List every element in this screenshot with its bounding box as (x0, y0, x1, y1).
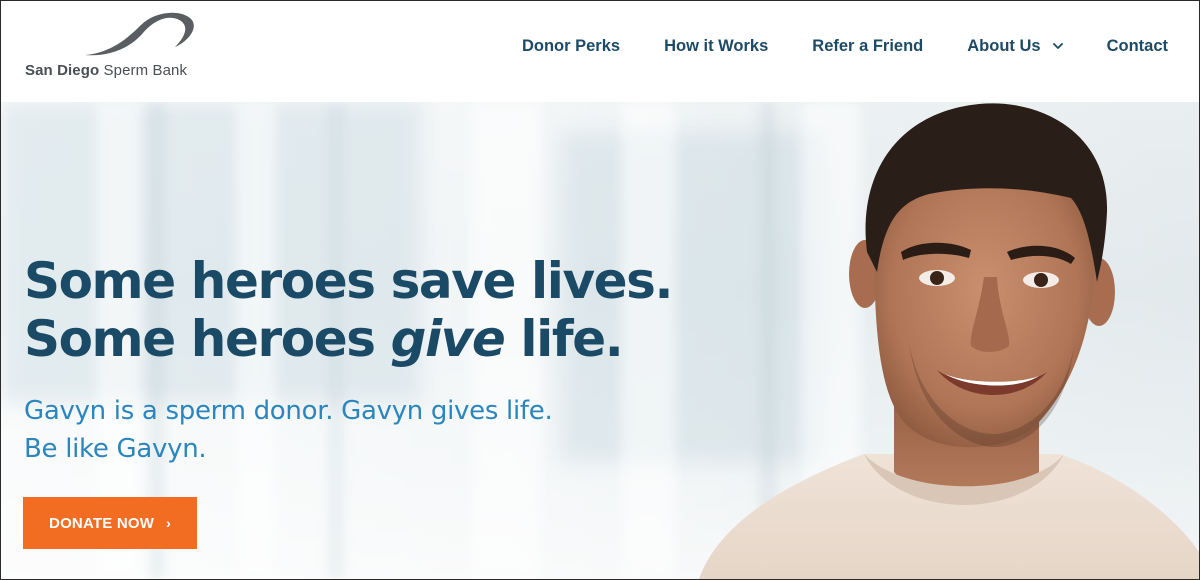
logo-text: San Diego Sperm Bank (25, 62, 187, 79)
nav-item-label: Donor Perks (521, 36, 621, 55)
page-frame: San Diego Sperm Bank Donor Perks How it … (0, 0, 1200, 580)
chevron-right-icon: › (166, 515, 171, 531)
hero-photo-man (699, 103, 1199, 579)
hero-headline: Some heroes save lives. Some heroes give… (24, 252, 674, 368)
chevron-down-icon (1052, 42, 1063, 50)
donate-now-label: DONATE NOW (49, 514, 155, 532)
nav-item-label: How it Works (664, 36, 769, 55)
nav-item-label: Refer a Friend (812, 36, 924, 55)
donate-now-button[interactable]: DONATE NOW › (23, 497, 197, 549)
logo-swoosh-icon (85, 12, 194, 56)
nav-item-refer-a-friend[interactable]: Refer a Friend (812, 37, 923, 56)
logo-name-rest: Sperm Bank (99, 62, 188, 79)
hero-subheadline: Gavyn is a sperm donor. Gavyn gives life… (24, 392, 553, 468)
headline-line-2: Some heroes give life. (24, 310, 672, 368)
nav-item-about-us[interactable]: About Us (967, 36, 1063, 56)
subheadline-line-1: Gavyn is a sperm donor. Gavyn gives life… (24, 396, 553, 426)
nav-item-how-it-works[interactable]: How it Works (664, 37, 768, 56)
main-nav: Donor Perks How it Works Refer a Friend … (522, 35, 1168, 57)
hero-section: Some heroes save lives. Some heroes give… (1, 102, 1199, 579)
headline-line-1: Some heroes save lives. (24, 252, 674, 310)
subheadline-line-2: Be like Gavyn. (24, 434, 207, 464)
logo-name-strong: San Diego (25, 62, 100, 79)
headline-line-2-pre: Some heroes (24, 310, 391, 368)
headline-line-2-emphasis: give (390, 310, 506, 368)
nav-item-label: About Us (967, 36, 1041, 55)
nav-item-donor-perks[interactable]: Donor Perks (522, 37, 620, 56)
site-logo[interactable]: San Diego Sperm Bank (23, 7, 213, 87)
nav-item-label: Contact (1106, 36, 1168, 55)
headline-line-2-post: life. (504, 310, 623, 368)
nav-item-contact[interactable]: Contact (1107, 37, 1168, 56)
site-header: San Diego Sperm Bank Donor Perks How it … (1, 1, 1199, 102)
